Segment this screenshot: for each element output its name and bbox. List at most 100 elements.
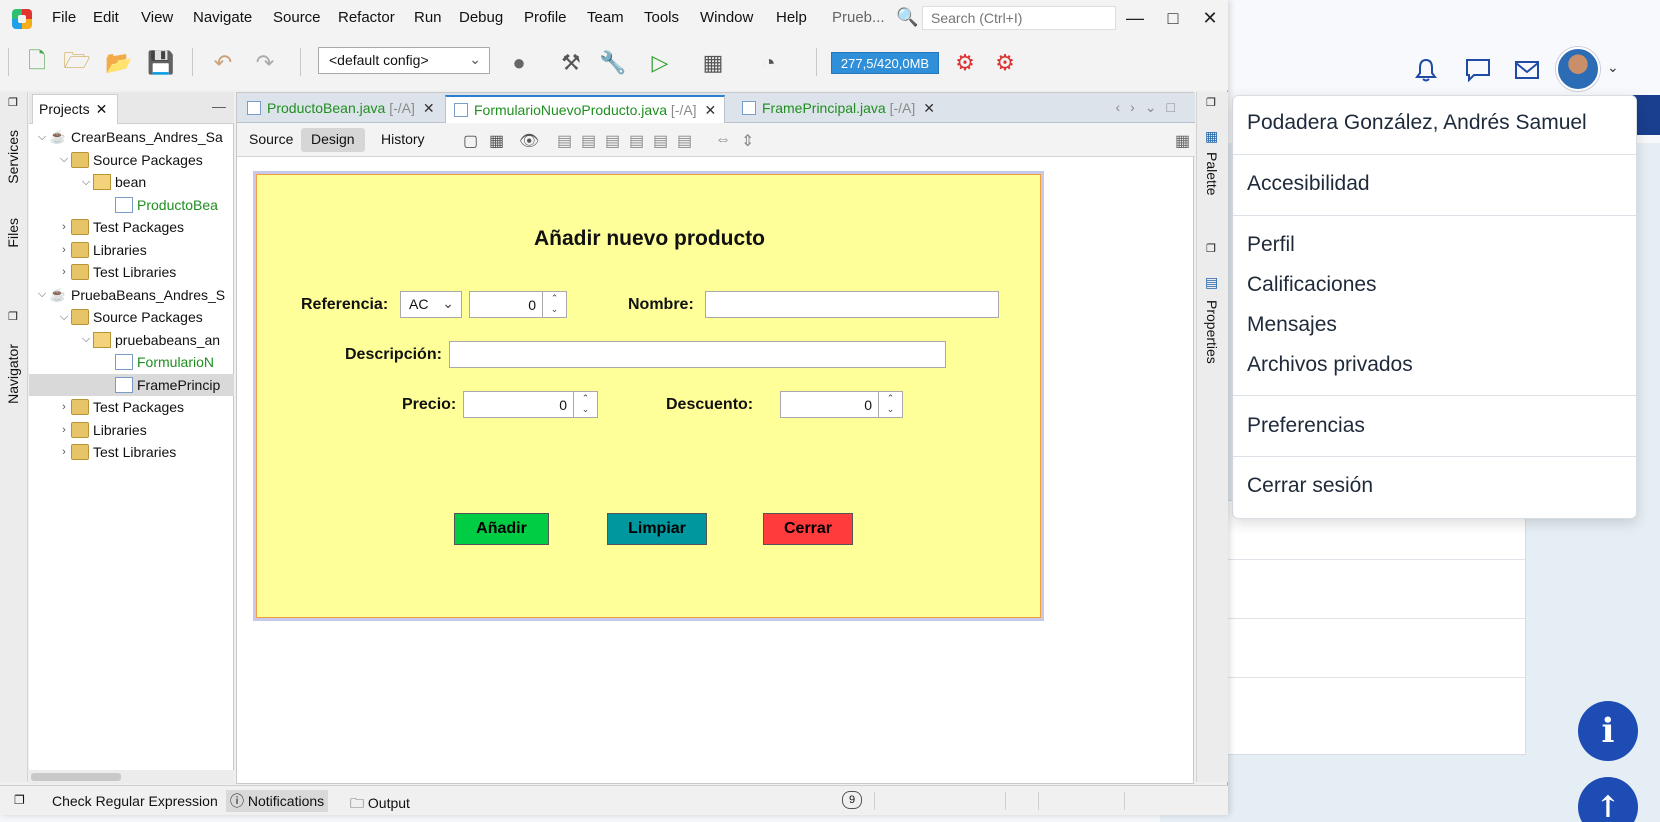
debug-icon[interactable]: ▦ xyxy=(698,48,728,78)
chevron-right-icon[interactable]: › xyxy=(57,401,71,413)
tab-frame-principal[interactable]: FramePrincipal.java [-/A] ✕ xyxy=(734,95,943,123)
tree-item[interactable]: ⌵ pruebabeans_an xyxy=(29,329,234,351)
tab-navigation-icons[interactable]: ‹›⌄□ xyxy=(1115,99,1185,116)
descripcion-field[interactable] xyxy=(449,341,946,368)
menu-debug[interactable]: Debug xyxy=(459,9,503,26)
add-button[interactable]: Añadir xyxy=(454,513,549,545)
nombre-field[interactable] xyxy=(705,291,999,318)
menu-item-logout[interactable]: Cerrar sesión xyxy=(1247,474,1373,498)
bell-icon[interactable] xyxy=(1412,56,1440,84)
restore-icon[interactable]: ❐ xyxy=(8,310,18,323)
tree-item[interactable]: ProductoBea xyxy=(29,194,234,216)
tab-navigator[interactable]: Navigator xyxy=(5,344,21,404)
chevron-right-icon[interactable]: › xyxy=(57,221,71,233)
align-center-icon[interactable]: ▤ xyxy=(605,131,620,151)
menu-run[interactable]: Run xyxy=(414,9,442,26)
chevron-down-icon[interactable]: ⌵ xyxy=(57,311,71,324)
close-icon[interactable]: ✕ xyxy=(423,100,435,116)
tab-palette[interactable]: Palette xyxy=(1204,152,1220,196)
new-file-icon[interactable]: 🗋 xyxy=(22,48,52,78)
restore-icon[interactable]: ❐ xyxy=(1206,242,1216,255)
tree-item[interactable]: › Test Libraries xyxy=(29,441,234,463)
check-regex-tab[interactable]: Check Regular Expression xyxy=(52,793,218,809)
tab-design[interactable]: Design xyxy=(301,128,365,152)
tree-item[interactable]: › Libraries xyxy=(29,239,234,261)
notifications-tab[interactable]: ⓘ Notifications xyxy=(226,790,329,812)
profiler-snapshot-icon[interactable]: ⚙ xyxy=(990,48,1020,78)
menu-item-profile[interactable]: Perfil xyxy=(1247,233,1295,257)
palette-icon[interactable]: ▦ xyxy=(1205,128,1218,145)
tab-history[interactable]: History xyxy=(371,128,435,152)
tree-item[interactable]: › Libraries xyxy=(29,419,234,441)
tab-producto-bean[interactable]: ProductoBean.java [-/A] ✕ xyxy=(239,95,443,123)
search-icon[interactable]: 🔍 xyxy=(896,7,918,28)
precio-spinner[interactable]: 0 ⌃ ⌄ xyxy=(463,391,598,418)
align-middle-icon[interactable]: ▤ xyxy=(677,131,692,151)
restore-icon[interactable]: ❐ xyxy=(14,793,25,807)
connection-mode-icon[interactable]: ▦ xyxy=(489,131,504,151)
menu-source[interactable]: Source xyxy=(273,9,321,26)
tab-files[interactable]: Files xyxy=(5,218,21,248)
grid-icon[interactable]: ▦ xyxy=(1175,131,1190,151)
tree-item[interactable]: › Test Libraries xyxy=(29,261,234,283)
preview-design-icon[interactable]: 👁 xyxy=(519,131,539,151)
close-icon[interactable]: ✕ xyxy=(1195,6,1225,30)
selection-mode-icon[interactable]: ▢ xyxy=(463,131,478,151)
chevron-right-icon[interactable]: › xyxy=(57,446,71,458)
minimize-icon[interactable]: — xyxy=(212,98,226,114)
config-select[interactable]: <default config> ⌄ xyxy=(318,47,490,74)
maximize-icon[interactable]: □ xyxy=(1158,6,1188,30)
chevron-down-icon[interactable]: ⌵ xyxy=(79,176,93,189)
menu-help[interactable]: Help xyxy=(776,9,807,26)
menu-item-private-files[interactable]: Archivos privados xyxy=(1247,353,1413,377)
menu-file[interactable]: File xyxy=(52,9,76,26)
chevron-right-icon[interactable]: › xyxy=(57,244,71,256)
close-button[interactable]: Cerrar xyxy=(763,513,853,545)
build-hammer-icon[interactable]: ⚒ xyxy=(556,48,586,78)
menu-window[interactable]: Window xyxy=(700,9,753,26)
tree-item[interactable]: › Test Packages xyxy=(29,396,234,418)
tree-item[interactable]: ⌵ ☕ PruebaBeans_Andres_S xyxy=(29,284,234,306)
mail-icon[interactable] xyxy=(1513,56,1541,84)
tab-projects[interactable]: Projects ✕ xyxy=(32,94,118,124)
profile-icon[interactable]: ◔ xyxy=(754,48,784,78)
search-input[interactable] xyxy=(922,6,1116,30)
avatar[interactable] xyxy=(1556,47,1600,91)
tree-item[interactable]: › Test Packages xyxy=(29,216,234,238)
descuento-spinner[interactable]: 0 ⌃ ⌄ xyxy=(780,391,903,418)
globe-icon[interactable]: ● xyxy=(504,48,534,78)
align-bottom-icon[interactable]: ▤ xyxy=(653,131,668,151)
chat-icon[interactable] xyxy=(1464,56,1492,84)
output-tab[interactable]: 🗀 Output xyxy=(350,793,410,817)
chevron-down-icon[interactable]: ⌵ xyxy=(35,288,49,301)
chevron-down-icon[interactable]: ⌵ xyxy=(57,153,71,166)
align-right-icon[interactable]: ▤ xyxy=(581,131,596,151)
menu-item-messages[interactable]: Mensajes xyxy=(1247,313,1337,337)
menu-view[interactable]: View xyxy=(141,9,173,26)
redo-icon[interactable]: ↷ xyxy=(250,48,280,78)
menu-item-preferences[interactable]: Preferencias xyxy=(1247,414,1365,438)
tree-item[interactable]: ⌵ ☕ CrearBeans_Andres_Sa xyxy=(29,126,234,148)
menu-refactor[interactable]: Refactor xyxy=(338,9,395,26)
tree-item[interactable]: ⌵ Source Packages xyxy=(29,149,234,171)
spinner-arrows-icon[interactable]: ⌃ ⌄ xyxy=(542,292,566,317)
tab-formulario-nuevo-producto[interactable]: FormularioNuevoProducto.java [-/A] ✕ xyxy=(445,95,726,123)
restore-icon[interactable]: ❐ xyxy=(8,96,18,109)
close-icon[interactable]: ✕ xyxy=(923,100,935,116)
resize-vertical-icon[interactable]: ⇕ xyxy=(741,131,754,151)
chevron-down-icon[interactable]: ⌵ xyxy=(79,333,93,346)
menu-navigate[interactable]: Navigate xyxy=(193,9,252,26)
menu-profile[interactable]: Profile xyxy=(524,9,567,26)
horizontal-scrollbar[interactable] xyxy=(29,770,234,784)
menu-edit[interactable]: Edit xyxy=(93,9,119,26)
tab-properties[interactable]: Properties xyxy=(1204,300,1220,364)
restore-icon[interactable]: ❐ xyxy=(1206,96,1216,109)
tree-item[interactable]: ⌵ bean xyxy=(29,171,234,193)
align-top-icon[interactable]: ▤ xyxy=(629,131,644,151)
menu-item-accessibility[interactable]: Accesibilidad xyxy=(1247,172,1370,196)
chevron-down-icon[interactable]: ⌄ xyxy=(1607,60,1619,76)
properties-icon[interactable]: ▤ xyxy=(1205,274,1218,291)
clear-button[interactable]: Limpiar xyxy=(607,513,707,545)
align-left-icon[interactable]: ▤ xyxy=(557,131,572,151)
save-all-icon[interactable]: 💾 xyxy=(146,48,176,78)
